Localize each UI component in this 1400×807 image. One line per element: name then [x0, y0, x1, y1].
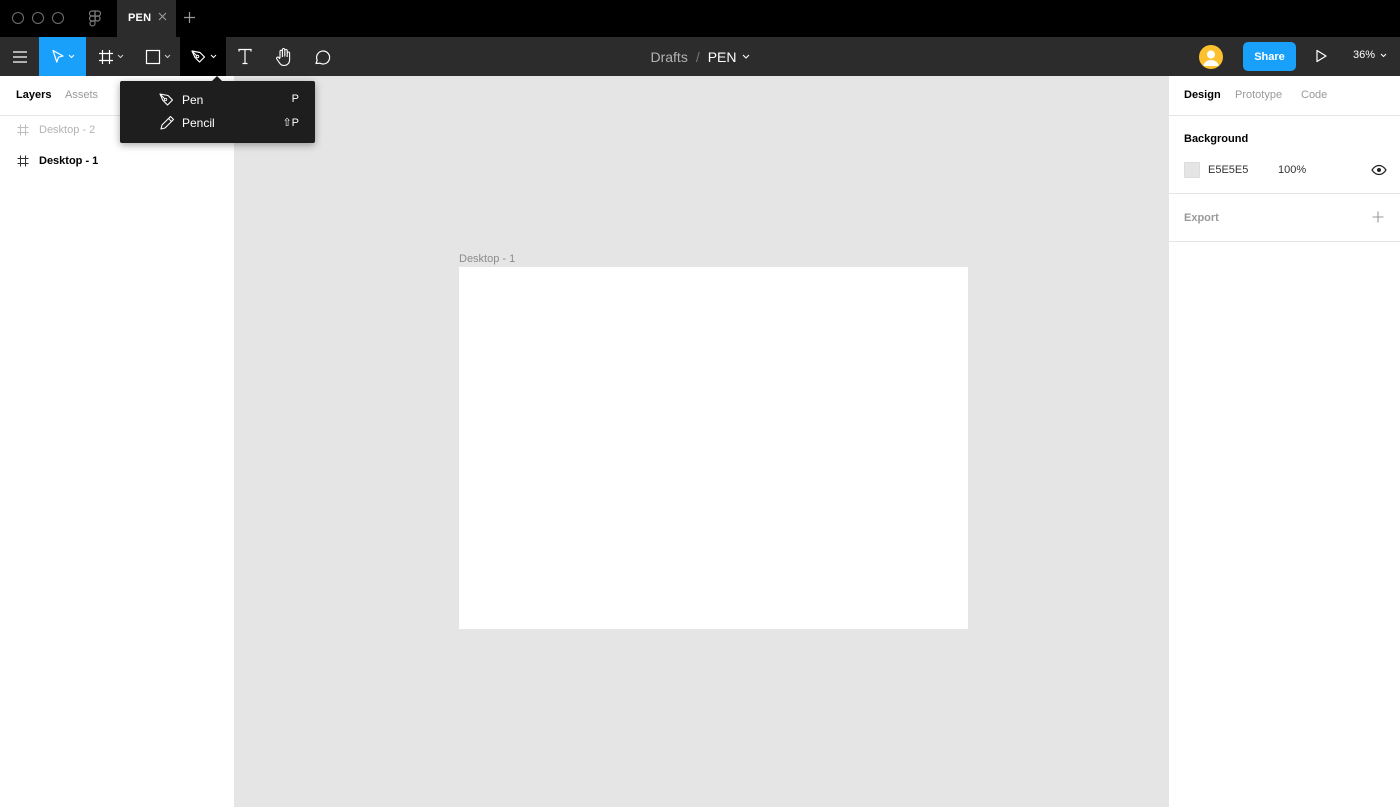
layer-row[interactable]: Desktop - 1: [0, 150, 234, 174]
menu-item-shortcut: ⇧P: [282, 117, 299, 129]
zoom-window-button[interactable]: [52, 12, 64, 24]
eye-icon[interactable]: [1371, 164, 1387, 176]
close-icon[interactable]: [157, 11, 168, 22]
pencil-icon: [160, 115, 175, 130]
panel-divider: [1169, 115, 1400, 116]
pen-tool-icon: [190, 50, 205, 63]
export-section-title: Export: [1184, 212, 1219, 224]
tab-prototype[interactable]: Prototype: [1235, 89, 1282, 101]
background-opacity-input[interactable]: 100%: [1278, 164, 1306, 176]
frame-tool-button[interactable]: [90, 37, 132, 76]
frame-icon: [17, 124, 29, 136]
rectangle-tool-icon: [145, 49, 161, 64]
chevron-down-icon[interactable]: [742, 54, 750, 59]
project-link[interactable]: Drafts: [650, 49, 687, 65]
user-icon: [1203, 50, 1219, 66]
share-button[interactable]: Share: [1243, 42, 1296, 71]
file-tab-label: PEN: [128, 12, 152, 24]
chevron-down-icon: [210, 54, 216, 59]
menu-item-shortcut: P: [291, 93, 299, 105]
menu-item-label: Pencil: [182, 116, 215, 130]
figma-logo-icon[interactable]: [88, 10, 102, 28]
layer-label: Desktop - 1: [39, 155, 99, 167]
zoom-level: 36%: [1353, 49, 1376, 61]
layers-panel: Layers Assets Desktop - 2 Desktop - 1: [0, 76, 235, 807]
tab-code[interactable]: Code: [1301, 89, 1327, 101]
minimize-window-button[interactable]: [32, 12, 44, 24]
chevron-down-icon: [68, 54, 74, 59]
frame-desktop-1[interactable]: [459, 267, 968, 629]
breadcrumb-separator: /: [695, 48, 700, 65]
canvas[interactable]: Desktop - 1: [235, 76, 1168, 807]
file-tab[interactable]: PEN: [117, 0, 176, 37]
frame-tool-icon: [99, 49, 113, 64]
shape-tool-button[interactable]: [137, 37, 179, 76]
layer-label: Desktop - 2: [39, 124, 96, 136]
pen-tool-menu: Pen P Pencil ⇧P: [120, 81, 315, 143]
file-name[interactable]: PEN: [708, 49, 737, 65]
text-tool-icon: [238, 48, 252, 65]
present-play-icon[interactable]: [1314, 49, 1328, 63]
plus-icon[interactable]: [1372, 211, 1384, 223]
main-menu-button[interactable]: [0, 37, 39, 76]
tab-layers[interactable]: Layers: [16, 89, 51, 101]
plus-icon[interactable]: [183, 11, 196, 24]
title-bar: PEN: [0, 0, 1400, 37]
comment-tool-icon: [315, 49, 331, 65]
properties-panel: Design Prototype Code Background E5E5E5 …: [1168, 76, 1400, 807]
menu-item-label: Pen: [182, 93, 204, 107]
background-color-swatch[interactable]: [1184, 162, 1200, 178]
avatar[interactable]: [1199, 45, 1223, 69]
hand-tool-button[interactable]: [266, 37, 302, 76]
hand-tool-icon: [276, 47, 291, 66]
toolbar: Drafts / PEN Share 36%: [0, 37, 1400, 76]
move-tool-icon: [51, 49, 64, 63]
pen-tool-button[interactable]: [180, 37, 226, 76]
chevron-down-icon: [1380, 53, 1387, 57]
menu-item-pencil[interactable]: Pencil ⇧P: [120, 111, 315, 134]
frame-label[interactable]: Desktop - 1: [459, 253, 515, 265]
close-window-button[interactable]: [12, 12, 24, 24]
frame-icon: [17, 155, 29, 167]
text-tool-button[interactable]: [228, 37, 262, 76]
tab-assets[interactable]: Assets: [65, 89, 98, 101]
panel-divider: [1169, 193, 1400, 194]
comment-tool-button[interactable]: [304, 37, 340, 76]
pen-icon: [159, 93, 174, 106]
tab-design[interactable]: Design: [1184, 89, 1221, 101]
zoom-dropdown[interactable]: 36%: [1353, 49, 1387, 61]
panel-divider: [1169, 241, 1400, 242]
chevron-down-icon: [117, 54, 124, 59]
menu-item-pen[interactable]: Pen P: [120, 88, 315, 111]
background-section-title: Background: [1184, 133, 1249, 145]
chevron-down-icon: [164, 54, 171, 59]
background-hex-input[interactable]: E5E5E5: [1208, 164, 1248, 176]
menu-icon: [12, 50, 27, 63]
move-tool-button[interactable]: [39, 37, 86, 76]
